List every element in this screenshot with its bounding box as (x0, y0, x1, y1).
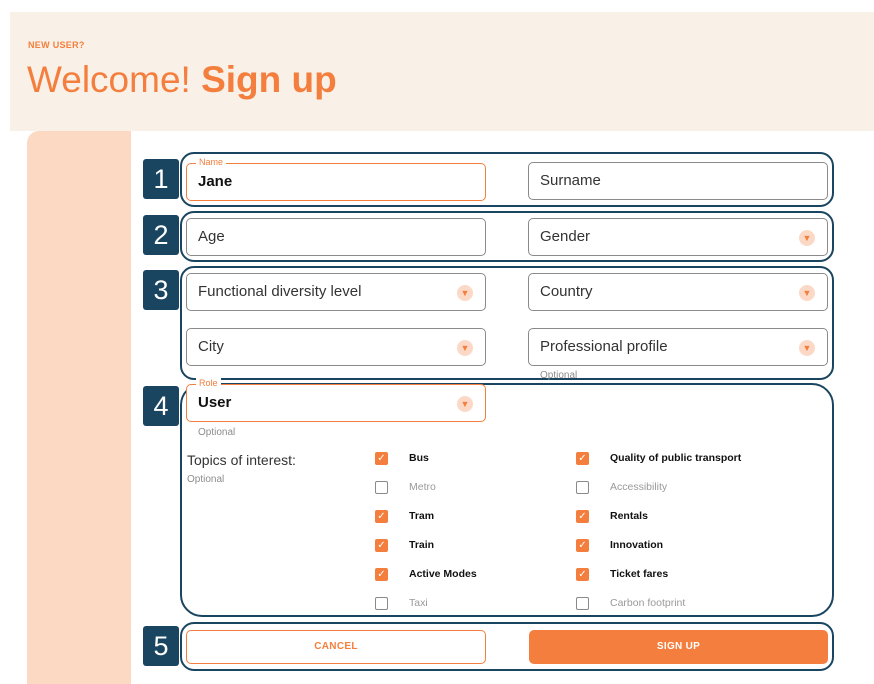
checkbox-active-modes[interactable]: ✓ (375, 568, 388, 581)
checkmark-icon: ✓ (578, 540, 587, 551)
age-field[interactable]: Age (186, 218, 486, 256)
gender-placeholder: Gender (540, 228, 591, 245)
topics-optional: Optional (187, 474, 225, 485)
checkbox-label-rentals[interactable]: Rentals (610, 510, 648, 523)
professional-profile-placeholder: Professional profile (540, 338, 668, 355)
page-title: Welcome! Sign up (27, 58, 337, 102)
chevron-down-icon: ▼ (799, 230, 815, 246)
cancel-button[interactable]: CANCEL (186, 630, 486, 664)
chevron-down-icon: ▼ (457, 285, 473, 301)
city-placeholder: City (198, 338, 224, 355)
checkbox-label-tram[interactable]: Tram (409, 510, 434, 523)
checkbox-label-quality-of-public-transport[interactable]: Quality of public transport (610, 452, 741, 465)
checkmark-icon: ✓ (578, 511, 587, 522)
marker-3: 3 (143, 270, 179, 310)
checkbox-bus[interactable]: ✓ (375, 452, 388, 465)
checkbox-carbon-footprint[interactable] (576, 597, 589, 610)
checkbox-innovation[interactable]: ✓ (576, 539, 589, 552)
checkbox-label-taxi[interactable]: Taxi (409, 597, 428, 610)
chevron-down-icon: ▼ (799, 285, 815, 301)
chevron-down-icon: ▼ (799, 340, 815, 356)
country-select[interactable]: Country ▼ (528, 273, 828, 311)
marker-1: 1 (143, 159, 179, 199)
checkbox-label-active-modes[interactable]: Active Modes (409, 568, 477, 581)
surname-placeholder: Surname (540, 172, 601, 189)
new-user-eyebrow: NEW USER? (28, 40, 85, 50)
checkbox-taxi[interactable] (375, 597, 388, 610)
country-placeholder: Country (540, 283, 593, 300)
age-placeholder: Age (198, 228, 225, 245)
checkmark-icon: ✓ (377, 453, 386, 464)
functional-diversity-select[interactable]: Functional diversity level ▼ (186, 273, 486, 311)
role-value: User (198, 394, 232, 411)
professional-profile-optional: Optional (540, 370, 578, 381)
checkbox-label-train[interactable]: Train (409, 539, 434, 552)
gender-select[interactable]: Gender ▼ (528, 218, 828, 256)
role-optional: Optional (198, 427, 236, 438)
role-select[interactable]: Role User ▼ (186, 377, 486, 422)
topics-label: Topics of interest: (187, 452, 296, 468)
surname-field[interactable]: Surname (528, 162, 828, 200)
checkbox-label-metro[interactable]: Metro (409, 481, 436, 494)
functional-diversity-placeholder: Functional diversity level (198, 283, 362, 300)
chevron-down-icon: ▼ (457, 340, 473, 356)
city-select[interactable]: City ▼ (186, 328, 486, 366)
name-field-value: Jane (198, 173, 233, 190)
checkmark-icon: ✓ (377, 569, 386, 580)
checkbox-accessibility[interactable] (576, 481, 589, 494)
checkmark-icon: ✓ (578, 453, 587, 464)
checkbox-rentals[interactable]: ✓ (576, 510, 589, 523)
chevron-down-icon: ▼ (457, 396, 473, 412)
title-sign-up: Sign up (201, 59, 337, 100)
checkmark-icon: ✓ (377, 511, 386, 522)
checkmark-icon: ✓ (377, 540, 386, 551)
name-field[interactable]: Name Jane (186, 156, 486, 201)
page-header: NEW USER? Welcome! Sign up (10, 12, 874, 131)
title-welcome: Welcome! (27, 59, 191, 100)
checkbox-label-bus[interactable]: Bus (409, 452, 429, 465)
checkbox-ticket-fares[interactable]: ✓ (576, 568, 589, 581)
checkbox-label-carbon-footprint[interactable]: Carbon footprint (610, 597, 685, 610)
marker-4: 4 (143, 386, 179, 426)
checkbox-metro[interactable] (375, 481, 388, 494)
checkbox-quality-of-public-transport[interactable]: ✓ (576, 452, 589, 465)
checkbox-label-ticket-fares[interactable]: Ticket fares (610, 568, 668, 581)
marker-2: 2 (143, 215, 179, 255)
checkbox-label-accessibility[interactable]: Accessibility (610, 481, 667, 494)
side-panel (27, 131, 131, 684)
marker-5: 5 (143, 626, 179, 666)
professional-profile-select[interactable]: Professional profile ▼ (528, 328, 828, 366)
checkbox-train[interactable]: ✓ (375, 539, 388, 552)
checkmark-icon: ✓ (578, 569, 587, 580)
checkbox-label-innovation[interactable]: Innovation (610, 539, 663, 552)
sign-up-button[interactable]: SIGN UP (529, 630, 828, 664)
checkbox-tram[interactable]: ✓ (375, 510, 388, 523)
